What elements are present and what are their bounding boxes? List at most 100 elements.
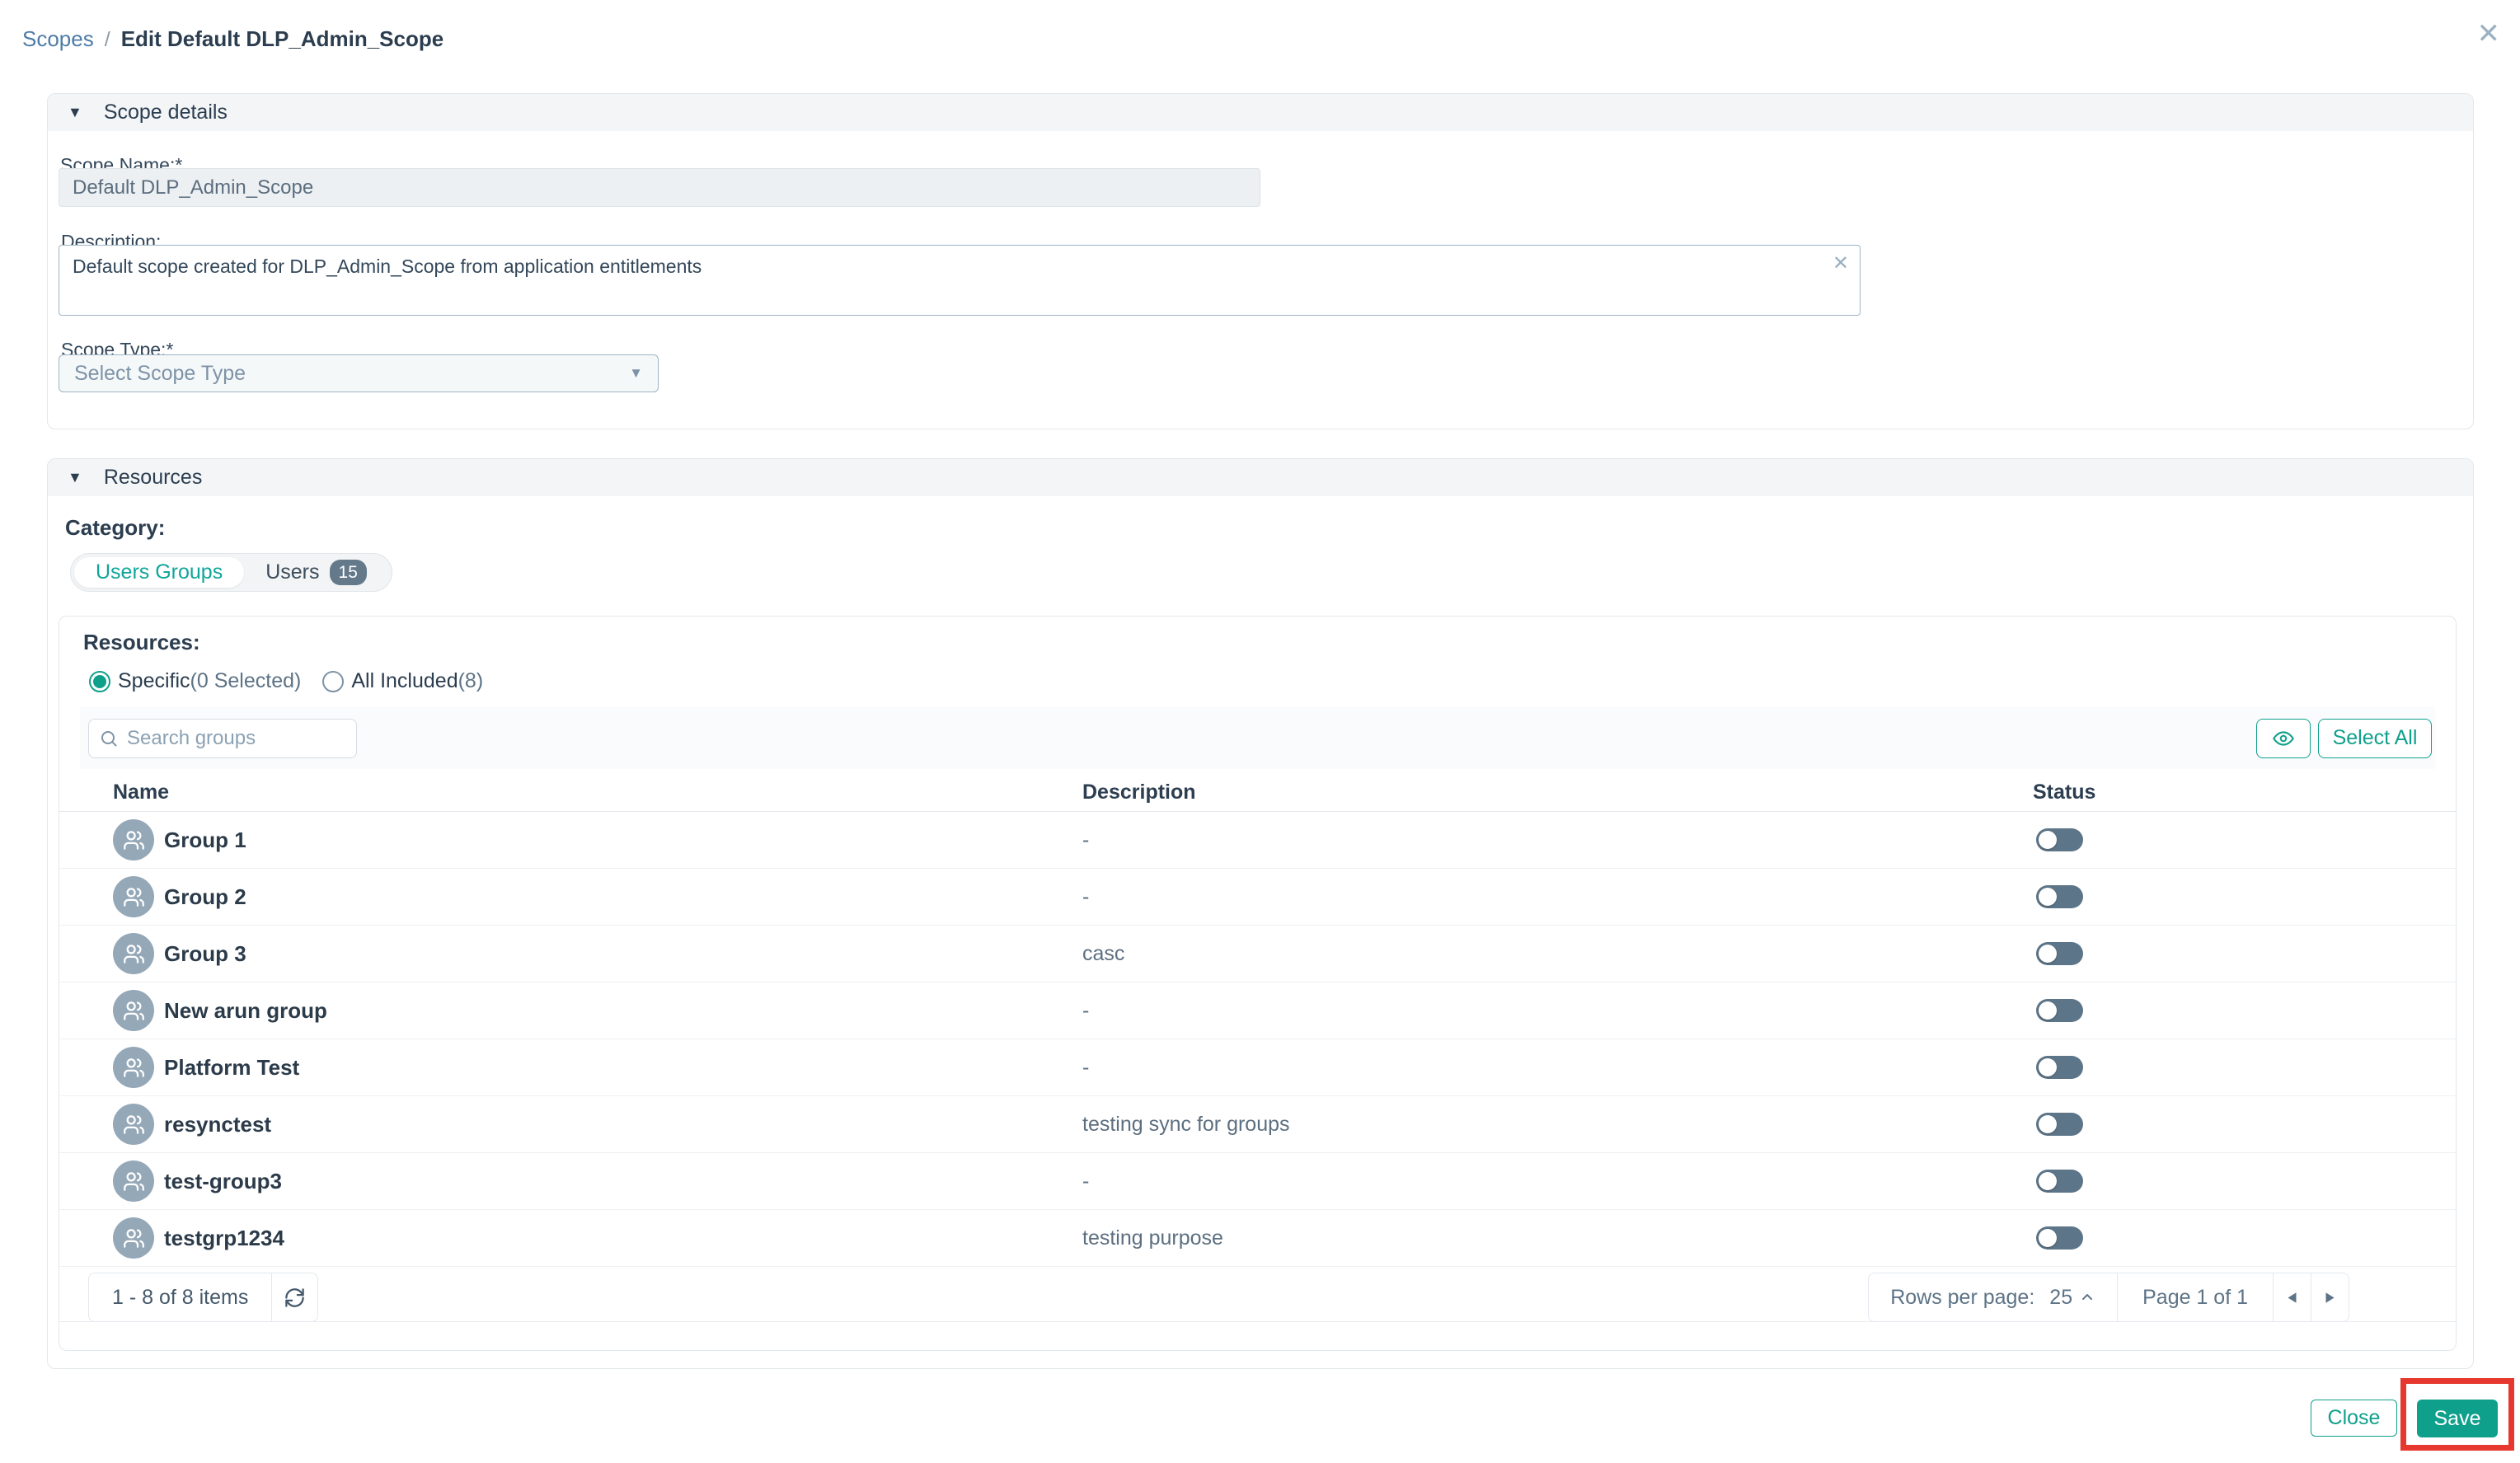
breadcrumb-scopes-link[interactable]: Scopes — [22, 26, 94, 52]
rows-per-page-control[interactable]: Rows per page: 25 — [1869, 1273, 2117, 1321]
table-row: New arun group - — [59, 982, 2456, 1039]
table-header: Name Description Status — [59, 777, 2456, 812]
table-row: resynctest testing sync for groups — [59, 1096, 2456, 1153]
status-toggle[interactable] — [2036, 885, 2083, 908]
breadcrumb-separator: / — [104, 28, 110, 51]
group-description: - — [1082, 828, 1090, 851]
chevron-down-icon: ▼ — [629, 365, 643, 381]
clear-description-icon[interactable]: ✕ — [1833, 251, 1849, 275]
users-count-badge: 15 — [329, 560, 367, 585]
toggle-knob — [2039, 1001, 2057, 1020]
column-description: Description — [1082, 781, 1196, 804]
next-page-icon — [2325, 1292, 2335, 1303]
rows-per-page-value: 25 — [2049, 1285, 2073, 1309]
group-name: test-group3 — [164, 1169, 282, 1193]
next-page-button[interactable] — [2311, 1273, 2349, 1321]
search-icon — [101, 730, 117, 746]
status-toggle[interactable] — [2036, 828, 2083, 851]
group-name: resynctest — [164, 1112, 272, 1137]
table-row: Group 1 - — [59, 812, 2456, 869]
users-icon — [123, 887, 144, 907]
chevron-up-icon — [2082, 1294, 2093, 1301]
group-name: testgrp1234 — [164, 1226, 284, 1250]
radio-specific-label: Specific — [118, 669, 190, 692]
users-icon — [123, 1171, 144, 1191]
scope-type-select[interactable]: Select Scope Type ▼ — [59, 354, 659, 392]
previous-page-button[interactable] — [2273, 1273, 2311, 1321]
save-button[interactable]: Save — [2417, 1400, 2498, 1437]
table-footer: 1 - 8 of 8 items Rows per page: 25 Page … — [59, 1273, 2456, 1322]
group-avatar — [113, 933, 154, 974]
resources-panel: Resources: Specific (0 Selected) All Inc… — [59, 616, 2457, 1351]
users-icon — [123, 1114, 144, 1134]
group-avatar — [113, 819, 154, 860]
toggle-knob — [2039, 831, 2057, 849]
category-tabs: Users Groups Users 15 — [70, 553, 392, 592]
status-toggle[interactable] — [2036, 1170, 2083, 1193]
description-field-wrap: Default scope created for DLP_Admin_Scop… — [59, 245, 1861, 316]
resources-title: Resources — [103, 466, 203, 489]
resource-mode-radios: Specific (0 Selected) All Included (8) — [89, 669, 483, 693]
table-body: Group 1 - Group 2 - Group 3 casc New aru… — [59, 812, 2456, 1267]
collapse-caret-icon[interactable]: ▼ — [68, 469, 82, 486]
group-name: Platform Test — [164, 1055, 300, 1080]
group-name: Group 2 — [164, 884, 246, 909]
group-description: testing purpose — [1082, 1226, 1223, 1250]
table-row: Group 2 - — [59, 869, 2456, 926]
resources-card: ▼ Resources Category: Users Groups Users… — [47, 458, 2474, 1369]
table-row: Group 3 casc — [59, 926, 2456, 982]
search-groups-box — [88, 718, 357, 758]
close-icon[interactable]: ✕ — [2477, 20, 2501, 48]
group-avatar — [113, 990, 154, 1031]
table-row: testgrp1234 testing purpose — [59, 1210, 2456, 1267]
tab-users-groups-label: Users Groups — [96, 560, 223, 584]
group-avatar — [113, 1161, 154, 1202]
preview-selection-button[interactable] — [2256, 718, 2311, 758]
tab-users[interactable]: Users 15 — [244, 557, 388, 588]
status-toggle[interactable] — [2036, 942, 2083, 965]
column-status: Status — [2033, 781, 2096, 804]
collapse-caret-icon[interactable]: ▼ — [68, 104, 82, 121]
toggle-knob — [2039, 1172, 2057, 1190]
eye-icon — [2273, 730, 2294, 746]
radio-specific[interactable] — [89, 670, 110, 692]
page-title: Edit Default DLP_Admin_Scope — [120, 26, 444, 51]
status-toggle[interactable] — [2036, 999, 2083, 1022]
table-row: Platform Test - — [59, 1039, 2456, 1096]
toggle-knob — [2039, 1115, 2057, 1133]
scope-details-card: ▼ Scope details Scope Name:* Description… — [47, 93, 2474, 429]
users-icon — [123, 1001, 144, 1020]
status-toggle[interactable] — [2036, 1056, 2083, 1079]
radio-all-included-label: All Included — [351, 669, 458, 692]
scope-details-title: Scope details — [103, 101, 228, 124]
users-icon — [123, 944, 144, 964]
group-avatar — [113, 1104, 154, 1145]
group-description: casc — [1082, 942, 1125, 965]
status-toggle[interactable] — [2036, 1226, 2083, 1250]
scope-details-header[interactable]: ▼ Scope details — [48, 94, 2473, 131]
breadcrumb: Scopes / Edit Default DLP_Admin_Scope — [22, 26, 443, 52]
resources-header[interactable]: ▼ Resources — [48, 459, 2473, 496]
status-toggle[interactable] — [2036, 1113, 2083, 1136]
tab-users-groups[interactable]: Users Groups — [74, 557, 245, 588]
scope-name-field[interactable] — [59, 168, 1260, 207]
tab-users-label: Users — [265, 560, 320, 584]
users-icon — [123, 1057, 144, 1077]
table-toolbar: Select All — [80, 707, 2435, 769]
items-count-label: 1 - 8 of 8 items — [112, 1285, 249, 1309]
category-label: Category: — [65, 515, 166, 540]
group-name: Group 3 — [164, 941, 246, 966]
users-icon — [123, 830, 144, 850]
group-name: Group 1 — [164, 828, 246, 852]
group-description: - — [1082, 1056, 1090, 1079]
items-count-group: 1 - 8 of 8 items — [88, 1273, 319, 1322]
select-all-button[interactable]: Select All — [2318, 718, 2432, 758]
group-avatar — [113, 1217, 154, 1259]
search-groups-input[interactable] — [127, 726, 346, 750]
group-description: - — [1082, 999, 1090, 1022]
radio-all-included[interactable] — [322, 670, 345, 692]
refresh-button[interactable] — [271, 1273, 317, 1321]
description-field[interactable]: Default scope created for DLP_Admin_Scop… — [59, 245, 1861, 316]
close-button[interactable]: Close — [2311, 1400, 2397, 1437]
users-icon — [123, 1228, 144, 1248]
